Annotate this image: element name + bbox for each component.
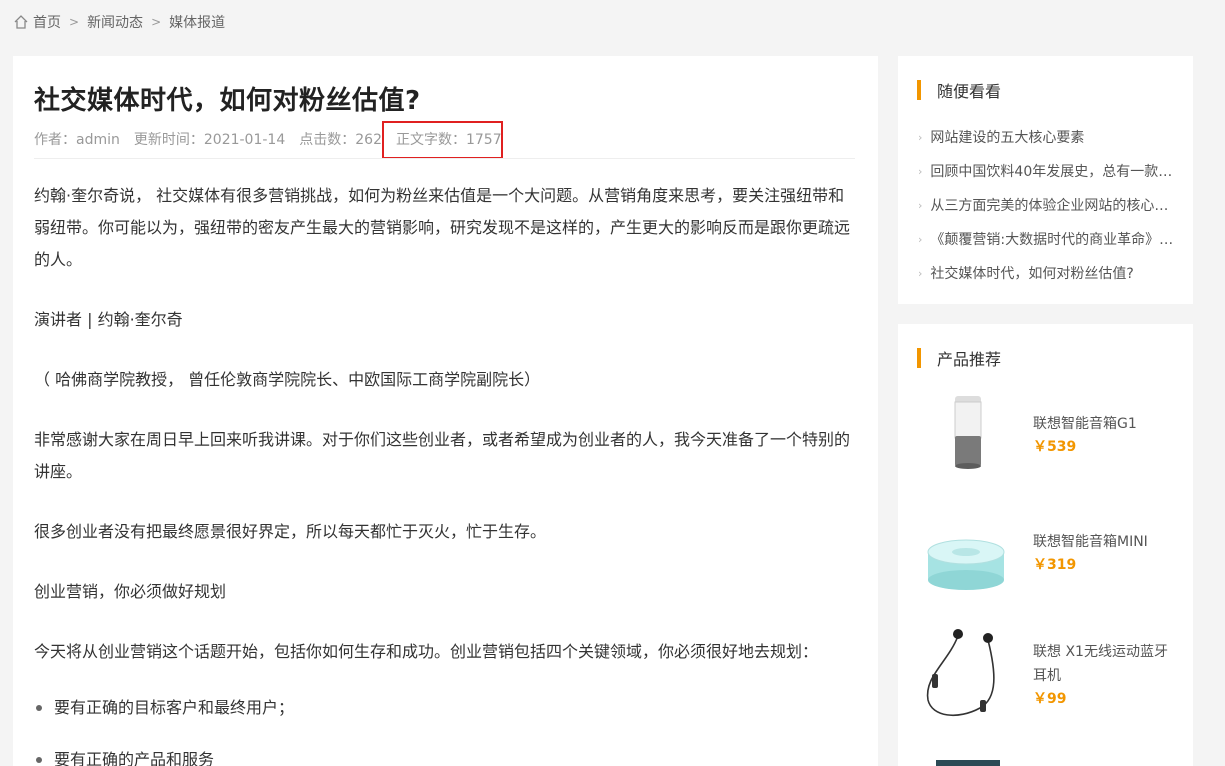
chevron-right-icon: > xyxy=(151,15,162,29)
chevron-right-icon: › xyxy=(918,266,923,280)
article-paragraph: 演讲者 | 约翰·奎尔奇 xyxy=(34,310,183,329)
divider xyxy=(34,158,855,159)
sidebar-random-item[interactable]: › 《颠覆营销:大数据时代的商业革命》读后感 xyxy=(918,222,1178,256)
sidebar-products-title: 产品推荐 xyxy=(937,350,1002,369)
sidebar-random-title: 随便看看 xyxy=(937,82,1002,101)
accent-bar xyxy=(917,348,921,368)
sidebar-random-item-label[interactable]: 从三方面完美的体验企业网站的核心价值 xyxy=(930,195,1178,215)
sidebar-random-item[interactable]: › 从三方面完美的体验企业网站的核心价值 xyxy=(918,188,1178,222)
list-item: 要有正确的目标客户和最终用户； xyxy=(34,692,859,724)
article-paragraph: 很多创业者没有把最终愿景很好界定，所以每天都忙于灭火，忙于生存。 xyxy=(34,522,547,541)
sidebar-random-panel: 随便看看 › 网站建设的五大核心要素 › 回顾中国饮料40年发展史，总有一款是你的青… xyxy=(898,56,1193,304)
product-name[interactable]: 联想智能音箱G1 xyxy=(1033,412,1178,436)
article-author: 作者：admin xyxy=(34,132,120,148)
article-paragraph: 创业营销，你必须做好规划 xyxy=(34,582,227,601)
word-count-highlight-box xyxy=(382,121,503,159)
sidebar-products-header: 产品推荐 xyxy=(917,348,1002,369)
product-image-earphones-x1[interactable] xyxy=(918,622,1018,722)
product-price: ￥539 xyxy=(1033,439,1077,455)
product-card[interactable]: 联想智能音箱G1 ￥539 xyxy=(918,390,1178,490)
breadcrumb-media-link[interactable]: 媒体报道 xyxy=(169,12,225,32)
accent-bar xyxy=(917,80,921,100)
article-title: 社交媒体时代，如何对粉丝估值? xyxy=(34,86,421,116)
product-image-partial[interactable] xyxy=(936,760,1000,766)
article-paragraph: 非常感谢大家在周日早上回来听我讲课。对于你们这些创业者，或者希望成为创业者的人，… xyxy=(34,430,851,481)
article-paragraph: （ 哈佛商学院教授， 曾任伦敦商学院院长、中欧国际工商学院副院长） xyxy=(34,370,541,389)
sidebar-random-list: › 网站建设的五大核心要素 › 回顾中国饮料40年发展史，总有一款是你的青春 › 从三… xyxy=(918,120,1178,290)
breadcrumb-news-link[interactable]: 新闻动态 xyxy=(87,12,143,32)
breadcrumb: 首页 > 新闻动态 > 媒体报道 xyxy=(13,12,225,32)
chevron-right-icon: › xyxy=(918,164,923,178)
product-image-speaker-g1[interactable] xyxy=(918,390,1018,490)
sidebar-random-item-label[interactable]: 网站建设的五大核心要素 xyxy=(930,127,1084,147)
product-price: ￥319 xyxy=(1033,557,1077,573)
product-name[interactable]: 联想智能音箱MINI xyxy=(1033,530,1178,554)
product-image-speaker-mini[interactable] xyxy=(918,500,1018,600)
product-name[interactable]: 联想 X1无线运动蓝牙耳机 xyxy=(1033,640,1178,688)
sidebar-random-item-label[interactable]: 回顾中国饮料40年发展史，总有一款是你的青春 xyxy=(930,161,1178,181)
sidebar-random-item[interactable]: › 回顾中国饮料40年发展史，总有一款是你的青春 xyxy=(918,154,1178,188)
chevron-right-icon: > xyxy=(69,15,80,29)
sidebar-random-header: 随便看看 xyxy=(917,80,1002,101)
sidebar-products-panel: 产品推荐 联想智能音箱G1 ￥539 联想智能音箱MINI ￥319 联想 X1… xyxy=(898,324,1193,766)
sidebar-random-item-label[interactable]: 社交媒体时代，如何对粉丝估值? xyxy=(930,263,1133,283)
home-icon[interactable] xyxy=(13,14,29,30)
article-updated: 更新时间：2021-01-14 xyxy=(133,132,286,148)
breadcrumb-home-link[interactable]: 首页 xyxy=(33,12,61,32)
article-views: 点击数：262 xyxy=(299,132,382,148)
chevron-right-icon: › xyxy=(918,198,923,212)
sidebar-random-item-label[interactable]: 《颠覆营销:大数据时代的商业革命》读后感 xyxy=(930,229,1178,249)
article-paragraph: 约翰·奎尔奇说， 社交媒体有很多营销挑战，如何为粉丝来估值是一个大问题。从营销角… xyxy=(34,186,851,269)
product-card[interactable]: 联想智能音箱MINI ￥319 xyxy=(918,500,1178,600)
product-price: ￥99 xyxy=(1033,691,1067,707)
article-paragraph: 今天将从创业营销这个话题开始，包括你如何生存和成功。创业营销包括四个关键领域，你… xyxy=(34,642,819,661)
list-item: 要有正确的产品和服务 xyxy=(34,744,859,766)
article-panel: 社交媒体时代，如何对粉丝估值? 作者：admin 更新时间：2021-01-14… xyxy=(13,56,878,766)
chevron-right-icon: › xyxy=(918,130,923,144)
article-body: 约翰·奎尔奇说， 社交媒体有很多营销挑战，如何为粉丝来估值是一个大问题。从营销角… xyxy=(34,180,859,766)
sidebar-random-item[interactable]: › 社交媒体时代，如何对粉丝估值? xyxy=(918,256,1178,290)
sidebar-random-item[interactable]: › 网站建设的五大核心要素 xyxy=(918,120,1178,154)
article-bullet-list: 要有正确的目标客户和最终用户； 要有正确的产品和服务 xyxy=(34,692,859,766)
chevron-right-icon: › xyxy=(918,232,923,246)
product-card[interactable]: 联想 X1无线运动蓝牙耳机 ￥99 xyxy=(918,622,1178,722)
